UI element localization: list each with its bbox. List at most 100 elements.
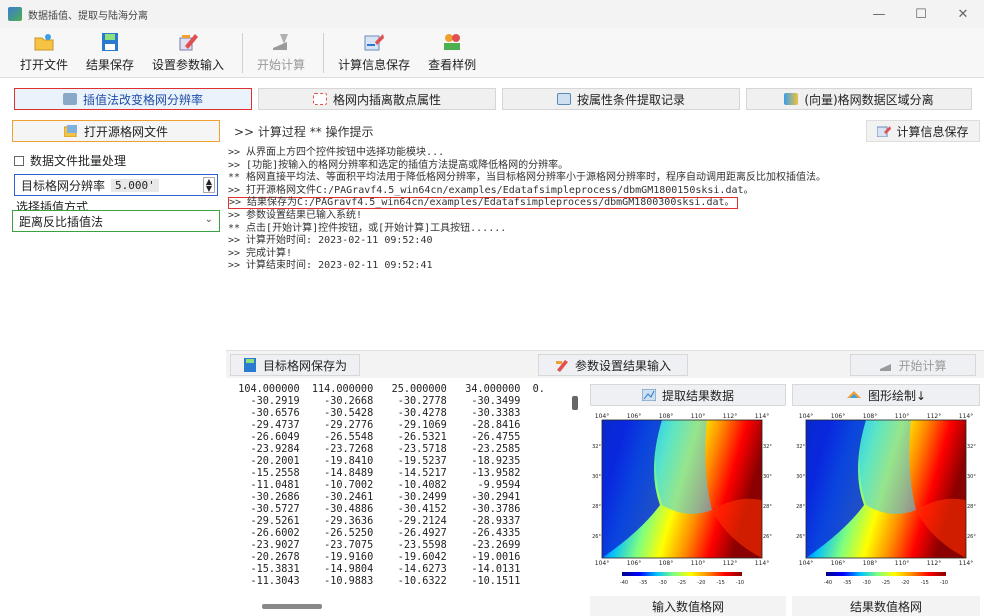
resolution-spinner[interactable]: ▲ ▼	[203, 177, 215, 193]
colorbar	[826, 572, 946, 576]
region-map-icon	[784, 93, 799, 105]
x-tick-label: 110°	[895, 560, 909, 567]
target-resolution-value[interactable]: 5.000'	[111, 178, 159, 192]
y-tick-label: 32°	[592, 444, 601, 450]
start-compute-button[interactable]: 开始计算	[850, 354, 976, 376]
y-tick-label: 30°	[796, 474, 805, 480]
y-tick-label: 32°	[967, 444, 976, 450]
settings-pen-icon	[555, 360, 568, 372]
x-tick-label: 104°	[595, 413, 609, 420]
process-tabs[interactable]: >> 计算过程 ** 操作提示	[234, 123, 374, 140]
x-tick-label: 108°	[863, 560, 877, 567]
x-tick-label: 104°	[595, 560, 609, 567]
x-tick-label: 114°	[755, 413, 769, 420]
sample-view-icon	[444, 34, 461, 50]
save-info-button[interactable]: 计算信息保存	[338, 29, 410, 77]
set-params-label: 设置参数输入	[152, 58, 225, 72]
mode-extract-records-button[interactable]: 按属性条件提取记录	[502, 88, 740, 110]
x-tick-label: 106°	[831, 560, 845, 567]
log-line: ** 点击[开始计算]控件按钮，或[开始计算]工具按钮......	[228, 222, 507, 234]
x-tick-label: 112°	[723, 560, 737, 567]
table-row: -15.3831 -14.9804 -14.6273 -14.0131	[226, 564, 521, 575]
mode-region-separation-button[interactable]: (向量)格网数据区域分离	[746, 88, 972, 110]
table-row: -30.6576 -30.5428 -30.4278 -30.3383	[226, 408, 521, 419]
x-tick-label: 104°	[799, 413, 813, 420]
x-tick-label: 104°	[799, 560, 813, 567]
input-grid-caption: 输入数值格网	[590, 596, 786, 616]
horizontal-scrollbar-thumb[interactable]	[262, 604, 322, 609]
x-tick-label: 110°	[895, 413, 909, 420]
colorbar-tick-label: -25	[882, 580, 890, 586]
draw-graph-label: 图形绘制↓	[867, 388, 927, 403]
param-input-button[interactable]: 参数设置结果输入	[538, 354, 688, 376]
x-tick-label: 106°	[627, 413, 641, 420]
mode-grid-scatter-button[interactable]: 格网内插离散点属性	[258, 88, 496, 110]
colorbar-tick-label: -40	[824, 580, 832, 586]
table-row: -23.9284 -23.7268 -23.5718 -23.2585	[226, 444, 521, 455]
target-resolution-field[interactable]: 目标格网分辨率 5.000' ▲ ▼	[14, 174, 218, 196]
colorbar-tick-label: -30	[863, 580, 871, 586]
table-row: -26.6049 -26.5548 -26.5321 -26.4755	[226, 432, 521, 443]
mid-value-region	[860, 420, 916, 514]
table-row: -11.0481 -10.7002 -10.4082 -9.9594	[226, 480, 521, 491]
x-tick-label: 114°	[959, 413, 973, 420]
open-source-grid-label: 打开源格网文件	[83, 124, 168, 139]
save-result-button[interactable]: 结果保存	[86, 29, 134, 77]
open-folder-icon	[34, 34, 54, 51]
info-save-icon	[364, 34, 385, 51]
grid-data-table: 104.000000 114.000000 25.000000 34.00000…	[226, 384, 582, 598]
mode-label: (向量)格网数据区域分离	[804, 92, 934, 107]
y-tick-label: 28°	[592, 504, 601, 510]
toolbar: 打开文件 结果保存 设置参数输入 开始计算 计算信息保存 查看样例	[0, 28, 984, 78]
log-line: >> 从界面上方四个控件按钮中选择功能模块...	[228, 147, 445, 158]
colorbar-tick-label: -10	[940, 580, 948, 586]
chart-extract-icon	[641, 389, 656, 401]
result-grid-plot: 104° 104° 106° 106° 108° 108° 110° 110° 112° 112°…	[796, 413, 976, 586]
x-tick-label: 110°	[691, 413, 705, 420]
interpolation-method-value: 距离反比插值法	[19, 214, 104, 229]
param-input-label: 参数设置结果输入	[574, 358, 671, 373]
x-tick-label: 112°	[723, 413, 737, 420]
view-sample-button[interactable]: 查看样例	[428, 29, 476, 77]
vertical-scrollbar-thumb[interactable]	[572, 396, 578, 410]
maximize-button[interactable]: ☐	[900, 0, 942, 28]
draw-graph-button[interactable]: 图形绘制↓	[792, 384, 980, 406]
table-row: -30.5727 -30.4886 -30.4152 -30.3786	[226, 504, 521, 515]
open-file-button[interactable]: 打开文件	[20, 29, 68, 77]
process-header: >> 计算过程 ** 操作提示 计算信息保存	[226, 118, 984, 144]
mode-interpolation-resolution-button[interactable]: 插值法改变格网分辨率	[14, 88, 252, 110]
close-button[interactable]: ✕	[942, 0, 984, 28]
y-tick-label: 26°	[592, 534, 601, 540]
save-compute-info-button[interactable]: 计算信息保存	[866, 120, 980, 142]
function-mode-bar: 插值法改变格网分辨率 格网内插离散点属性 按属性条件提取记录 (向量)格网数据区…	[0, 85, 984, 115]
checkbox-box[interactable]	[14, 155, 24, 166]
batch-process-checkbox[interactable]: 数据文件批量处理	[14, 152, 126, 169]
settings-pen-icon	[179, 34, 199, 51]
x-tick-label: 112°	[927, 560, 941, 567]
set-params-button[interactable]: 设置参数输入	[152, 29, 224, 77]
x-tick-label: 110°	[691, 560, 705, 567]
window-controls: — ☐ ✕	[858, 0, 984, 28]
chart-extract-icon	[556, 93, 571, 105]
chevron-down-icon[interactable]: ⌄	[205, 214, 213, 225]
mode-label: 插值法改变格网分辨率	[82, 92, 203, 107]
window-title: 数据插值、提取与陆海分离	[28, 10, 148, 22]
log-line: >> [功能]按输入的格网分辨率和选定的插值方法提高或降低格网的分辨率。	[228, 159, 569, 171]
grid-file-icon	[63, 125, 77, 137]
save-info-label: 计算信息保存	[338, 58, 411, 72]
x-tick-label: 108°	[659, 413, 673, 420]
save-target-grid-button[interactable]: 目标格网保存为	[230, 354, 360, 376]
spin-down-icon[interactable]: ▼	[206, 185, 212, 193]
x-tick-label: 114°	[959, 560, 973, 567]
extract-result-data-button[interactable]: 提取结果数据	[590, 384, 786, 406]
minimize-button[interactable]: —	[858, 0, 900, 28]
interpolation-method-select[interactable]: 距离反比插值法 ⌄	[12, 210, 220, 232]
log-line: >> 参数设置结果已输入系统!	[228, 209, 363, 221]
y-tick-label: 26°	[796, 534, 805, 540]
x-tick-label: 106°	[627, 560, 641, 567]
colorbar-tick-label: -10	[736, 580, 744, 586]
lower-action-bar: 目标格网保存为 参数设置结果输入 开始计算	[226, 350, 984, 378]
start-compute-toolbar-button[interactable]: 开始计算	[257, 29, 305, 77]
open-source-grid-button[interactable]: 打开源格网文件	[12, 120, 220, 142]
table-row: -23.9027 -23.7075 -23.5598 -23.2699	[226, 540, 521, 551]
